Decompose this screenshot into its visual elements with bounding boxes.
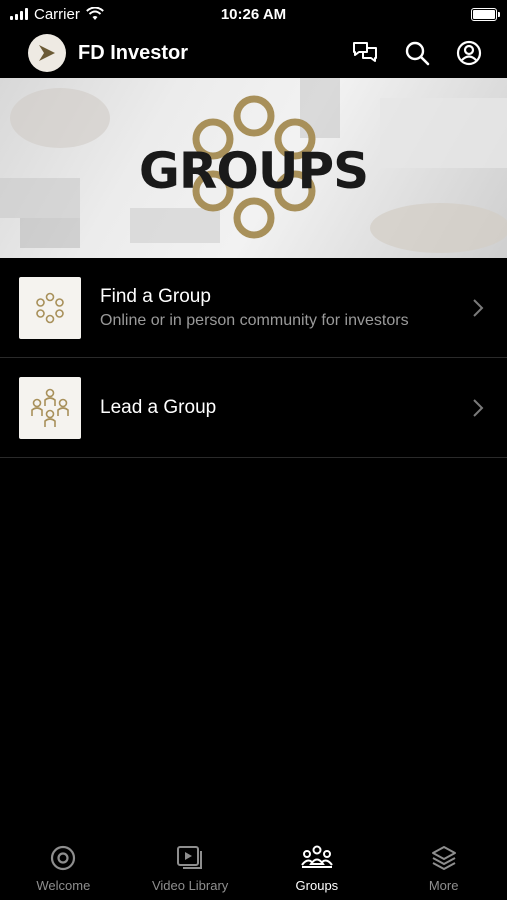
carrier-label: Carrier <box>34 5 80 23</box>
chevron-right-icon <box>468 298 488 318</box>
app-title: FD Investor <box>78 41 189 64</box>
leader-people-icon <box>31 388 69 427</box>
search-button[interactable] <box>403 39 431 67</box>
app-logo <box>28 34 66 72</box>
logo-chevron-icon <box>39 45 55 61</box>
groups-list: Find a Group Online or in person communi… <box>0 258 507 458</box>
user-circle-icon <box>456 40 482 66</box>
list-item-subtitle: Online or in person community for invest… <box>100 311 409 329</box>
chevron-right-icon <box>468 398 488 418</box>
groups-banner: GROUPS <box>0 78 507 258</box>
list-item-title: Lead a Group <box>100 396 217 418</box>
profile-button[interactable] <box>455 39 483 67</box>
target-icon <box>51 845 76 871</box>
list-item-title: Find a Group <box>100 285 211 307</box>
tab-label: Groups <box>295 878 339 893</box>
status-bar: Carrier 10:26 AM <box>0 0 507 28</box>
tab-welcome[interactable]: Welcome <box>0 836 127 900</box>
list-item-find-group[interactable]: Find a Group Online or in person communi… <box>0 258 507 358</box>
tab-label: Video Library <box>151 878 229 893</box>
signal-icon <box>10 8 28 20</box>
layers-icon <box>431 846 456 870</box>
groups-icon <box>301 845 333 868</box>
find-group-thumbnail <box>19 276 81 339</box>
banner-title: GROUPS <box>138 142 369 200</box>
battery-icon <box>471 7 500 21</box>
chat-icon <box>353 42 377 62</box>
header-actions <box>351 39 483 67</box>
search-icon <box>405 41 430 66</box>
lead-group-text: Lead a Group <box>100 397 468 419</box>
tab-video-library[interactable]: Video Library <box>127 836 254 900</box>
tab-groups[interactable]: Groups <box>254 836 381 900</box>
group-circle-icon <box>36 292 64 323</box>
chat-button[interactable] <box>351 39 379 67</box>
tab-label: Welcome <box>36 878 91 893</box>
wifi-icon <box>85 7 104 20</box>
list-item-lead-group[interactable]: Lead a Group <box>0 358 507 458</box>
tab-more[interactable]: More <box>380 836 507 900</box>
app-header: FD Investor <box>0 28 507 78</box>
status-left: Carrier <box>10 6 104 23</box>
status-time: 10:26 AM <box>220 5 287 23</box>
find-group-text: Find a Group Online or in person communi… <box>100 286 468 330</box>
tab-label: More <box>428 878 459 893</box>
tab-bar: Welcome Video Library Groups More <box>0 836 507 900</box>
video-library-icon <box>177 846 203 869</box>
lead-group-thumbnail <box>19 376 81 439</box>
